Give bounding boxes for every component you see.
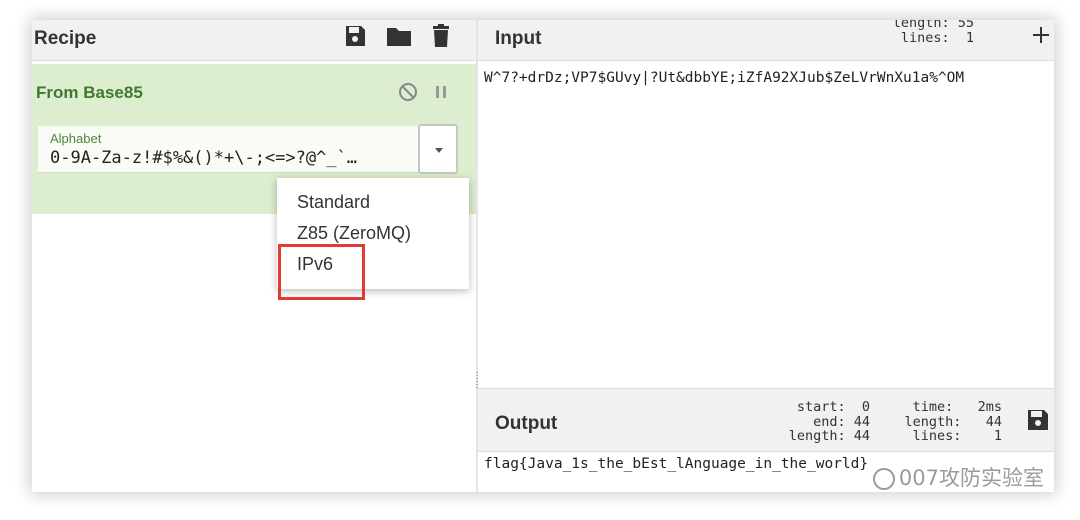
- recipe-pane: Recipe From Base85 Alphabet 0-9A-Za-z!#$…: [32, 20, 476, 492]
- save-icon[interactable]: [343, 24, 367, 48]
- dropdown-option-z85[interactable]: Z85 (ZeroMQ): [297, 223, 411, 244]
- input-header: Input length: 55 lines: 1: [478, 20, 1054, 61]
- alphabet-dropdown-menu: Standard Z85 (ZeroMQ) IPv6: [277, 178, 469, 289]
- output-position-stats: start: 0 end: 44 length: 44: [778, 400, 870, 444]
- trash-icon[interactable]: [430, 24, 454, 48]
- alphabet-dropdown-button[interactable]: [418, 124, 458, 174]
- input-stats: length: 55 lines: 1: [882, 20, 974, 45]
- io-pane: Input length: 55 lines: 1 W^7?+drDz;VP7$…: [478, 20, 1054, 492]
- pause-icon[interactable]: [430, 81, 452, 103]
- output-length-label: length:: [788, 428, 846, 444]
- dropdown-option-ipv6[interactable]: IPv6: [297, 254, 333, 275]
- input-lines-value: 1: [965, 29, 974, 46]
- input-lines-label: lines:: [900, 29, 950, 46]
- recipe-title: Recipe: [34, 28, 97, 49]
- input-textarea[interactable]: W^7?+drDz;VP7$GUvy|?Ut&dbbYE;iZfA92XJub$…: [484, 70, 1050, 86]
- watermark: 007攻防实验室: [872, 462, 1044, 492]
- plus-icon[interactable]: [1030, 24, 1054, 48]
- output-header: Output start: 0 end: 44 length: 44 time:…: [478, 388, 1054, 452]
- recipe-header: Recipe: [32, 20, 476, 61]
- alphabet-field[interactable]: Alphabet 0-9A-Za-z!#$%&()*+\-;<=>?@^_`…: [38, 126, 418, 173]
- alphabet-value[interactable]: 0-9A-Za-z!#$%&()*+\-;<=>?@^_`…: [50, 148, 412, 168]
- output-time-stats: time: 2ms length: 44 lines: 1: [890, 400, 1002, 444]
- output-title: Output: [495, 413, 558, 434]
- output-lines-label: lines:: [912, 428, 962, 444]
- output-lines-value: 1: [993, 428, 1002, 444]
- operation-title: From Base85: [36, 83, 143, 102]
- output-length-value: 44: [853, 428, 870, 444]
- alphabet-label: Alphabet: [50, 131, 102, 146]
- caret-down-icon: [435, 148, 443, 153]
- dropdown-option-standard[interactable]: Standard: [297, 192, 370, 213]
- disable-icon[interactable]: [397, 81, 419, 103]
- cyberchef-window: Recipe From Base85 Alphabet 0-9A-Za-z!#$…: [32, 20, 1054, 492]
- save-output-icon[interactable]: [1026, 408, 1050, 432]
- watermark-text: 007攻防实验室: [898, 466, 1044, 490]
- wechat-icon: [872, 468, 895, 490]
- input-title: Input: [495, 28, 542, 49]
- folder-icon[interactable]: [386, 24, 411, 48]
